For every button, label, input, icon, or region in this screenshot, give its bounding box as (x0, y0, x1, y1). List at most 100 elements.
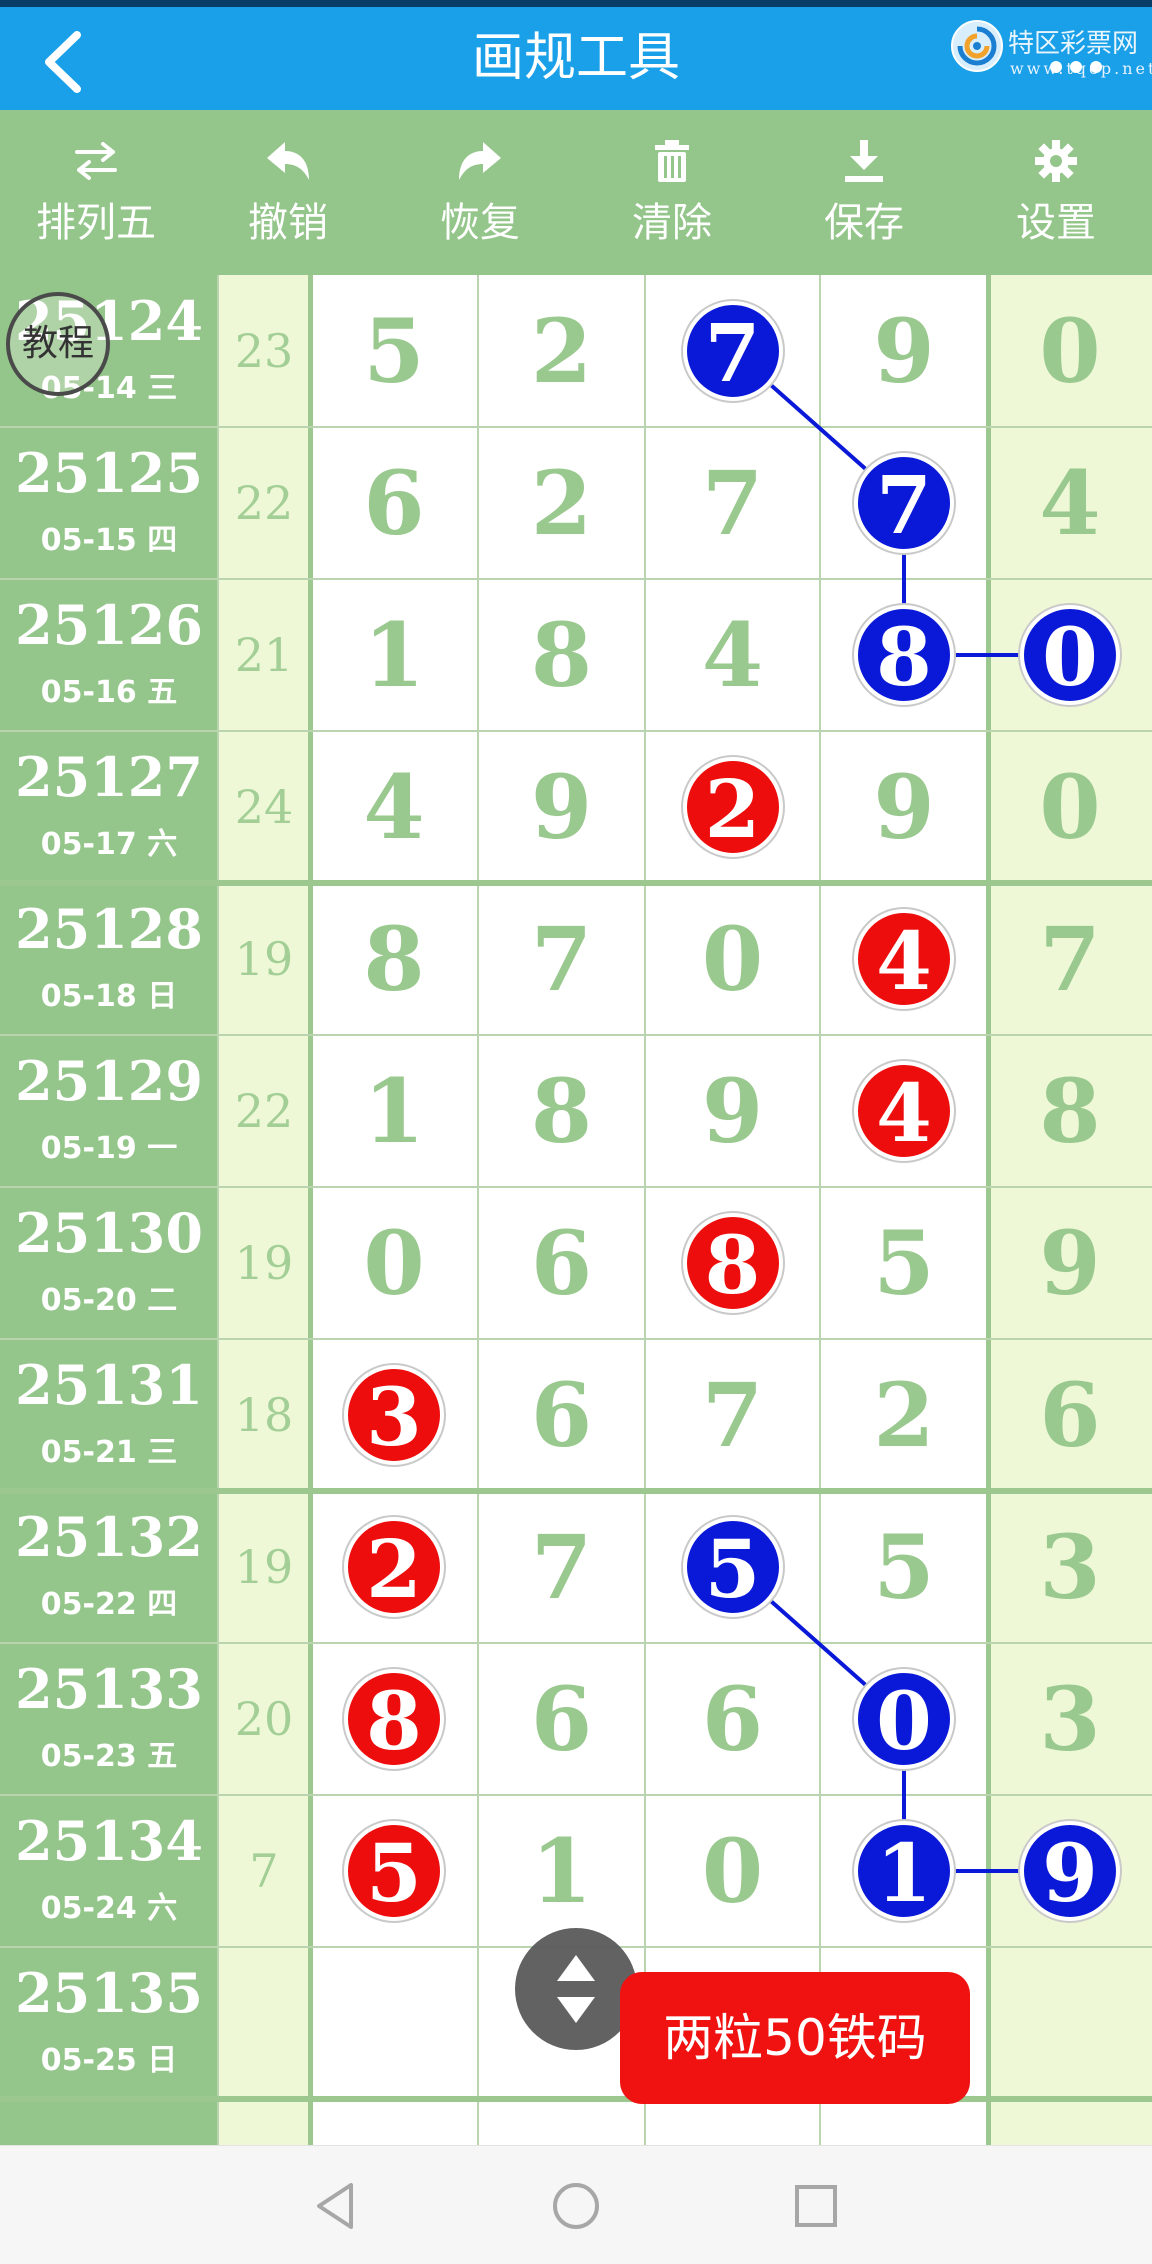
more-menu-button[interactable] (1050, 59, 1120, 75)
digit-cell[interactable]: 6 (645, 1643, 820, 1795)
issue-number: 25135 (15, 1961, 203, 2025)
triangle-back-icon (317, 2183, 353, 2229)
digit-cell[interactable]: 0 (645, 1795, 820, 1947)
issue-number: 25127 (15, 745, 203, 809)
digit-cell[interactable] (310, 1947, 478, 2099)
draw-row: 25130 05-20 二 19 0 6 5 9 (0, 1187, 1152, 1339)
issue-number: 25133 (15, 1657, 203, 1721)
digit-cell[interactable]: 6 (988, 1339, 1152, 1491)
blue-marked-ball[interactable]: 0 (1020, 605, 1120, 705)
digit-sum: 7 (249, 1844, 279, 1898)
issue-date: 05-22 四 (40, 1587, 178, 1622)
digit-cell[interactable]: 0 (988, 731, 1152, 883)
digit-cell[interactable]: 6 (310, 427, 478, 579)
digit-cell[interactable]: 1 (310, 579, 478, 731)
blue-marked-ball[interactable]: 5 (682, 1517, 783, 1617)
red-marked-ball[interactable]: 8 (344, 1669, 444, 1769)
blue-marked-ball[interactable]: 7 (854, 453, 954, 553)
scroll-toggle-button[interactable] (515, 1928, 637, 2050)
digit-cell[interactable]: 3 (988, 1491, 1152, 1643)
issue-number: 25129 (15, 1049, 203, 1113)
digit-cell[interactable]: 7 (988, 883, 1152, 1035)
settings-label: 设置 (1016, 199, 1096, 246)
nav-recents-button[interactable] (786, 2176, 846, 2236)
digit-cell[interactable]: 2 (478, 275, 645, 427)
digit-cell[interactable]: 9 (645, 1035, 820, 1187)
digit-sum: 22 (234, 1084, 294, 1138)
digit-cell[interactable]: 9 (478, 731, 645, 883)
digit-cell[interactable]: 4 (310, 731, 478, 883)
red-marked-ball[interactable]: 5 (344, 1821, 444, 1921)
digit-cell[interactable]: 9 (820, 275, 988, 427)
square-recents-icon (795, 2185, 837, 2227)
digit-cell[interactable]: 7 (478, 1491, 645, 1643)
issue-number: 25126 (15, 593, 203, 657)
settings-button[interactable]: 设置 (960, 110, 1152, 275)
tutorial-stamp[interactable]: 教程 (6, 292, 110, 396)
issue-date: 05-18 日 (40, 979, 178, 1014)
undo-icon (267, 141, 309, 180)
draw-row: 25127 05-17 六 24 4 9 9 0 (0, 731, 1152, 883)
draw-row: 25133 05-23 五 20 6 6 3 (0, 1643, 1152, 1795)
circle-home-icon (553, 2183, 599, 2229)
digit-sum: 20 (234, 1692, 294, 1746)
red-marked-ball[interactable]: 4 (854, 1061, 954, 1161)
digit-cell[interactable]: 4 (988, 427, 1152, 579)
promo-button[interactable]: 两粒50铁码 (620, 1972, 970, 2104)
blue-marked-ball[interactable]: 8 (854, 605, 954, 705)
digit-sum: 19 (234, 1236, 294, 1290)
save-button[interactable]: 保存 (768, 110, 960, 275)
mode-button[interactable]: 排列五 (0, 110, 192, 275)
digit-cell[interactable]: 1 (310, 1035, 478, 1187)
digit-cell[interactable]: 7 (478, 883, 645, 1035)
digit-cell[interactable]: 7 (645, 427, 820, 579)
red-marked-ball[interactable]: 3 (344, 1365, 444, 1465)
digit-cell[interactable]: 0 (645, 883, 820, 1035)
red-marked-ball[interactable]: 2 (344, 1517, 444, 1617)
digit-cell[interactable]: 8 (988, 1035, 1152, 1187)
digit-cell[interactable]: 7 (645, 1339, 820, 1491)
blue-marked-ball[interactable]: 9 (1020, 1821, 1120, 1921)
digit-cell[interactable]: 6 (478, 1187, 645, 1339)
digit-cell[interactable]: 6 (478, 1643, 645, 1795)
nav-back-button[interactable] (305, 2176, 365, 2236)
issue-number: 25125 (15, 441, 203, 505)
digit-cell[interactable]: 9 (988, 1187, 1152, 1339)
clear-button[interactable]: 清除 (576, 110, 768, 275)
digit-cell[interactable]: 6 (478, 1339, 645, 1491)
digit-cell[interactable]: 5 (820, 1187, 988, 1339)
digit-cell[interactable]: 2 (820, 1339, 988, 1491)
red-marked-ball[interactable]: 8 (682, 1213, 783, 1313)
digit-cell[interactable] (988, 1947, 1152, 2099)
digit-cell[interactable]: 5 (310, 275, 478, 427)
undo-button[interactable]: 撤销 (192, 110, 384, 275)
blue-marked-ball[interactable]: 7 (682, 301, 783, 401)
draw-grid[interactable]: 25124 05-14 三 23 5 2 9 0 25125 05-15 四 22 6 2 7 4 2512… (0, 275, 1152, 2145)
digit-cell[interactable]: 0 (310, 1187, 478, 1339)
redo-label: 恢复 (440, 199, 520, 246)
red-marked-ball[interactable]: 4 (854, 909, 954, 1009)
blue-marked-ball[interactable]: 0 (854, 1669, 954, 1769)
blue-marked-ball[interactable]: 1 (854, 1821, 954, 1921)
save-label: 保存 (824, 199, 904, 246)
nav-home-button[interactable] (546, 2176, 606, 2236)
digit-cell[interactable]: 2 (478, 427, 645, 579)
digit-cell[interactable]: 8 (310, 883, 478, 1035)
digit-cell[interactable]: 4 (645, 579, 820, 731)
draw-row: 25131 05-21 三 18 6 7 2 6 (0, 1339, 1152, 1491)
digit-cell[interactable]: 0 (988, 275, 1152, 427)
digit-cell[interactable]: 5 (820, 1491, 988, 1643)
digit-cell[interactable]: 1 (478, 1795, 645, 1947)
digit-cell[interactable]: 3 (988, 1643, 1152, 1795)
digit-cell[interactable]: 8 (478, 1035, 645, 1187)
red-marked-ball[interactable]: 2 (682, 757, 783, 857)
redo-button[interactable]: 恢复 (384, 110, 576, 275)
digit-cell[interactable]: 8 (478, 579, 645, 731)
digit-cell[interactable]: 9 (820, 731, 988, 883)
draw-row: 25129 05-19 一 22 1 8 9 8 (0, 1035, 1152, 1187)
issue-number: 25128 (15, 897, 203, 961)
brand-logo-icon (951, 20, 1003, 72)
issue-date: 05-25 日 (40, 2043, 178, 2078)
toolbar: 排列五 撤销 恢复 清除 保存 设置 (0, 110, 1152, 275)
issue-date: 05-20 二 (40, 1283, 178, 1318)
